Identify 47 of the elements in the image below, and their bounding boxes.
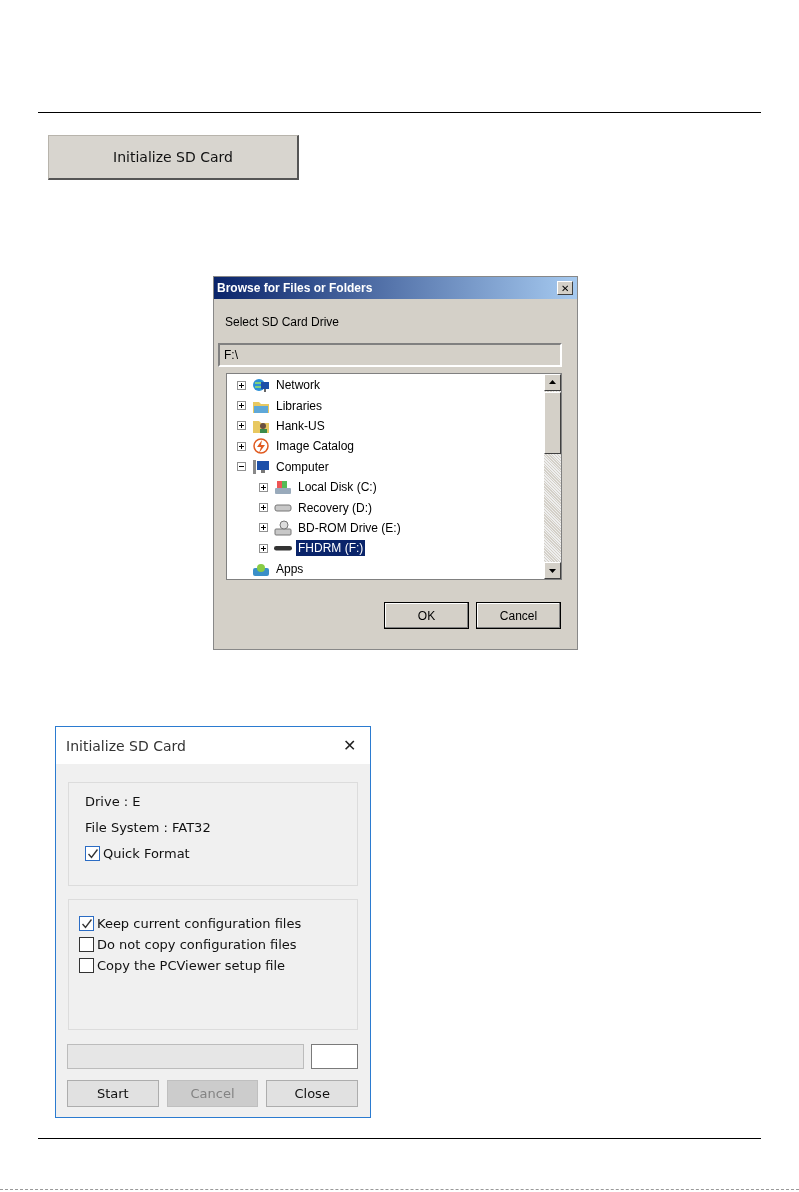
expand-toggle-icon[interactable] xyxy=(237,441,246,451)
path-field[interactable]: F:\ xyxy=(218,343,562,367)
expand-toggle-icon[interactable] xyxy=(237,421,246,431)
globe-monitor-icon xyxy=(252,377,270,394)
start-button[interactable]: Start xyxy=(67,1080,159,1107)
checkbox[interactable]: Do not copy configuration files xyxy=(79,937,357,952)
info-text: Drive : E xyxy=(85,794,142,810)
computer-icon xyxy=(252,458,270,475)
expand-toggle-icon[interactable] xyxy=(259,523,268,533)
check-icon xyxy=(81,918,92,929)
initialize-button[interactable]: Initialize SD Card xyxy=(48,135,299,180)
tree-item[interactable]: Local Disk (C:) xyxy=(296,479,379,496)
drive-icon xyxy=(274,479,292,496)
expand-toggle-icon[interactable] xyxy=(237,380,246,390)
tree-item[interactable]: FHDRM (F:) xyxy=(296,540,366,557)
checkbox[interactable]: Copy the PCViewer setup file xyxy=(79,958,357,973)
tree-item[interactable]: Computer xyxy=(274,458,331,475)
tree-item[interactable]: Apps xyxy=(274,560,306,577)
lightning-icon xyxy=(252,438,270,455)
prompt-label: Select SD Card Drive xyxy=(225,315,341,329)
expand-toggle-icon[interactable] xyxy=(259,543,268,553)
tree-item[interactable]: Recovery (D:) xyxy=(296,499,374,516)
info-text: File System : FAT32 xyxy=(85,820,212,836)
expand-toggle-icon[interactable] xyxy=(259,482,268,492)
optical-drive-icon xyxy=(274,519,292,536)
collapse-toggle-icon[interactable] xyxy=(237,462,246,472)
window-title: Browse for Files or Folders xyxy=(217,281,373,295)
tree-item[interactable]: Network xyxy=(274,377,322,394)
expand-toggle-icon[interactable] xyxy=(259,503,268,513)
expand-toggle-icon[interactable] xyxy=(237,401,246,411)
window-title: Initialize SD Card xyxy=(66,737,186,754)
close-button[interactable]: Close xyxy=(266,1080,358,1107)
drive-icon xyxy=(274,546,292,551)
scrollbar[interactable] xyxy=(544,374,561,579)
close-button[interactable]: ✕ xyxy=(557,281,573,295)
check-icon xyxy=(87,848,98,859)
ok-button[interactable]: OK xyxy=(384,602,469,629)
checkbox[interactable]: Keep current configuration files xyxy=(79,916,357,931)
tree-item[interactable]: Image Catalog xyxy=(274,438,357,455)
percent-box xyxy=(311,1044,358,1069)
tree-item[interactable]: BD-ROM Drive (E:) xyxy=(296,519,403,536)
cancel-button[interactable]: Cancel xyxy=(476,602,561,629)
checkbox[interactable]: Quick Format xyxy=(85,846,357,861)
tree-item[interactable]: Hank-US xyxy=(274,417,327,434)
tree-item[interactable]: Libraries xyxy=(274,397,325,414)
close-button[interactable]: ✕ xyxy=(343,736,356,755)
drive-icon xyxy=(274,503,292,512)
